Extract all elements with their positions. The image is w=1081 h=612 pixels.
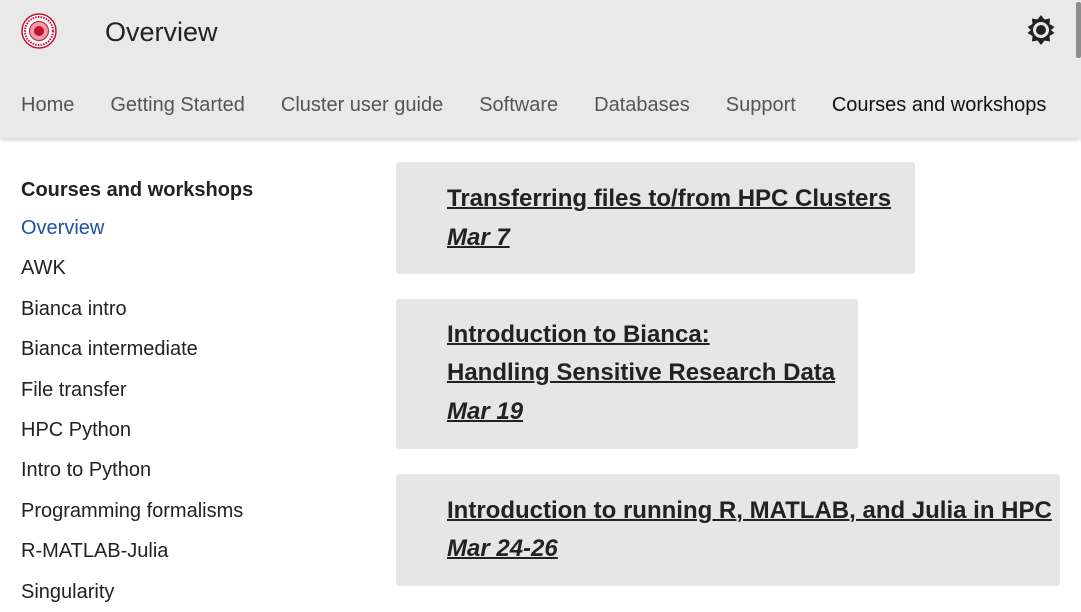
top-navigation: Home Getting Started Cluster user guide …	[21, 88, 1046, 122]
page-title: Overview	[105, 17, 218, 47]
sidebar-item-r-matlab-julia[interactable]: R-MATLAB-Julia	[21, 531, 351, 571]
scrollbar-thumb[interactable]	[1076, 2, 1081, 58]
event-date-link[interactable]: Mar 7	[447, 219, 510, 258]
sidebar-heading: Courses and workshops	[21, 179, 254, 201]
sidebar-item-awk[interactable]: AWK	[21, 248, 351, 288]
tab-databases[interactable]: Databases	[594, 88, 690, 122]
event-title-link[interactable]: Introduction to running R, MATLAB, and J…	[447, 492, 1052, 531]
event-date-link[interactable]: Mar 19	[447, 393, 523, 432]
tab-software[interactable]: Software	[479, 88, 558, 122]
sidebar-item-overview[interactable]: Overview	[21, 208, 351, 248]
tab-support[interactable]: Support	[726, 88, 796, 122]
sidebar-navigation: Courses and workshops Overview AWK Bianc…	[21, 172, 351, 612]
event-title-link[interactable]: Transferring files to/from HPC Clusters	[447, 180, 891, 219]
brightness-icon	[1027, 15, 1055, 45]
sidebar-item-intro-to-python[interactable]: Intro to Python	[21, 450, 351, 490]
tab-getting-started[interactable]: Getting Started	[110, 88, 245, 122]
sidebar-item-hpc-python[interactable]: HPC Python	[21, 410, 351, 450]
sidebar-list: Overview AWK Bianca intro Bianca interme…	[21, 208, 351, 612]
event-title-link[interactable]: Introduction to Bianca:	[447, 316, 710, 355]
sidebar-item-bianca-intro[interactable]: Bianca intro	[21, 289, 351, 329]
tab-cluster-user-guide[interactable]: Cluster user guide	[281, 88, 443, 122]
event-card: Introduction to Bianca: Handling Sensiti…	[396, 299, 858, 449]
event-date-link[interactable]: Mar 24-26	[447, 530, 558, 569]
sidebar-item-bianca-intermediate[interactable]: Bianca intermediate	[21, 329, 351, 369]
university-logo[interactable]	[21, 13, 57, 49]
theme-toggle-button[interactable]	[1025, 14, 1057, 46]
site-header: Overview Home Getting Started Cluster us…	[0, 0, 1081, 138]
sidebar-item-singularity[interactable]: Singularity	[21, 572, 351, 612]
event-title-link[interactable]: Handling Sensitive Research Data	[447, 354, 835, 393]
event-card: Transferring files to/from HPC Clusters …	[396, 162, 915, 274]
sidebar-item-file-transfer[interactable]: File transfer	[21, 370, 351, 410]
event-card: Introduction to running R, MATLAB, and J…	[396, 474, 1060, 586]
tab-courses-and-workshops[interactable]: Courses and workshops	[832, 88, 1047, 122]
tab-home[interactable]: Home	[21, 88, 74, 122]
sidebar-item-programming-formalisms[interactable]: Programming formalisms	[21, 491, 351, 531]
